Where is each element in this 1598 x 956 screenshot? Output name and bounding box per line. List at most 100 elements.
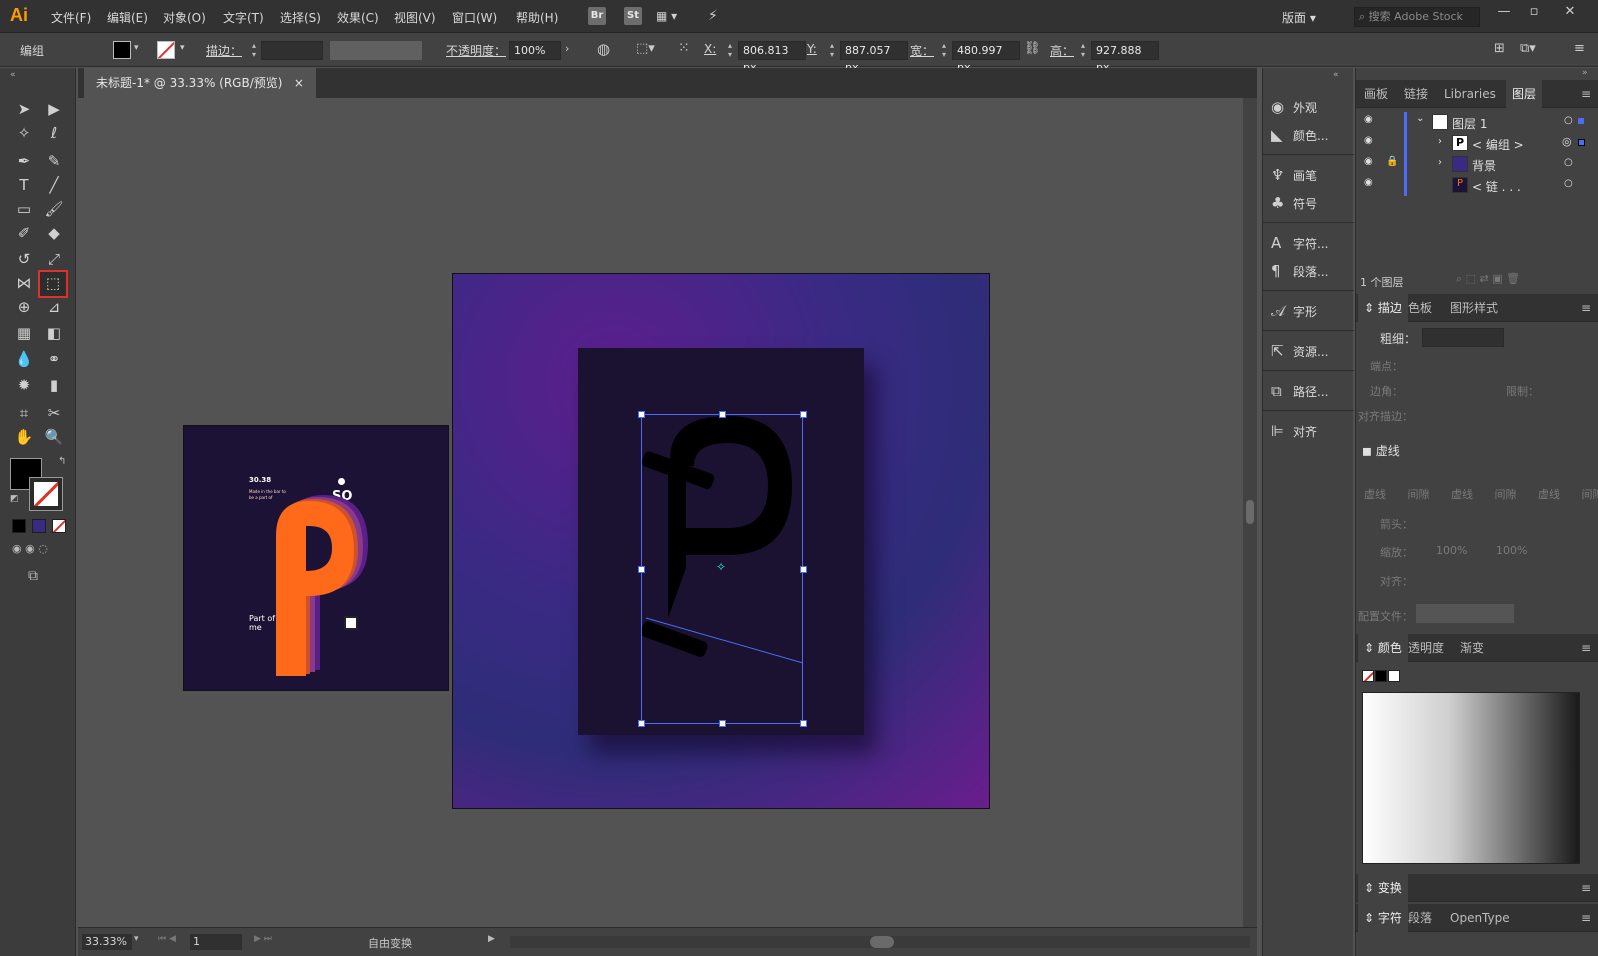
panel-menu-icon[interactable]: ≡ <box>1581 301 1591 315</box>
assets-panel-button[interactable]: ⇱ 资源... <box>1271 336 1351 366</box>
zoom-dropdown[interactable]: ▾ <box>134 934 139 944</box>
tab-gradient[interactable]: 渐变 <box>1454 634 1490 662</box>
eyedropper-tool-icon[interactable]: 💧 <box>12 348 36 370</box>
stroke-weight-stepper[interactable]: ▴ ▾ <box>249 41 259 60</box>
align-to-icon[interactable]: ⬚▾ <box>636 41 655 56</box>
black-swatch[interactable] <box>1375 670 1387 682</box>
lock-icon[interactable]: 🔒 <box>1386 156 1398 167</box>
hand-tool-icon[interactable]: ✋ <box>12 426 36 448</box>
transform-handle[interactable] <box>638 411 645 418</box>
opacity-field[interactable]: 100% <box>509 41 561 60</box>
shape-builder-tool-icon[interactable]: ⊕ <box>12 296 36 318</box>
menu-object[interactable]: 对象(O) <box>163 9 206 26</box>
layer-row[interactable]: ◉ 🔒 › 背景 ○ <box>1356 154 1598 175</box>
panel-menu-icon[interactable]: ≡ <box>1581 641 1591 655</box>
scale-end-field[interactable]: 100% <box>1496 544 1527 557</box>
column-graph-tool-icon[interactable]: ▮ <box>42 374 66 396</box>
close-window-button[interactable]: ✕ <box>1556 3 1584 23</box>
free-transform-tool-icon[interactable]: ⬚ <box>38 270 68 298</box>
stroke-dropdown[interactable]: ▾ <box>180 43 185 53</box>
pen-tool-icon[interactable]: ✒ <box>12 150 36 172</box>
chevron-down-icon[interactable]: ⌄ <box>1416 113 1424 124</box>
menu-view[interactable]: 视图(V) <box>394 9 436 26</box>
color-mode-icon[interactable] <box>12 519 26 533</box>
line-tool-icon[interactable]: ╱ <box>42 174 66 196</box>
maximize-button[interactable]: ▫ <box>1520 3 1548 23</box>
transform-handle[interactable] <box>800 566 807 573</box>
opacity-label[interactable]: 不透明度： <box>446 42 506 59</box>
layer-row[interactable]: ◉ › P < 编组 > ◎ <box>1356 133 1598 154</box>
menu-help[interactable]: 帮助(H) <box>516 9 558 26</box>
arrange-documents-icon[interactable]: ▦ ▾ <box>656 9 677 23</box>
eye-icon[interactable]: ◉ <box>1364 156 1373 167</box>
control-menu-icon[interactable]: ≡ <box>1574 41 1585 56</box>
width-tool-icon[interactable]: ⋈ <box>12 272 36 294</box>
vertical-scrollbar[interactable] <box>1243 98 1257 927</box>
selection-tool-icon[interactable]: ➤ <box>12 98 36 120</box>
weight-field[interactable] <box>1422 328 1504 347</box>
align-panel-icon[interactable]: ⊞ <box>1494 41 1505 56</box>
target-selected-icon[interactable]: ◎ <box>1562 135 1572 148</box>
selection-indicator[interactable] <box>1578 139 1585 146</box>
paintbrush-tool-icon[interactable]: 🖌 <box>42 198 66 220</box>
scroll-thumb[interactable] <box>1246 500 1254 524</box>
tab-transform[interactable]: ⇕ 变换 <box>1358 874 1408 902</box>
paragraph-panel-button[interactable]: ¶ 段落... <box>1271 256 1351 286</box>
expand-dock-icon[interactable]: « <box>1333 70 1339 80</box>
height-stepper[interactable]: ▴ ▾ <box>1078 41 1088 60</box>
selection-indicator[interactable] <box>1578 118 1584 124</box>
workspace-switcher[interactable]: 版面 ▾ <box>1282 9 1316 26</box>
type-tool-icon[interactable]: T <box>12 174 36 196</box>
brushes-panel-button[interactable]: ♆ 画笔 <box>1271 160 1351 190</box>
curvature-tool-icon[interactable]: ✎ <box>42 150 66 172</box>
reference-point-icon[interactable]: ⁙ <box>678 40 690 56</box>
direct-selection-tool-icon[interactable]: ▶ <box>42 98 66 120</box>
variable-width-profile[interactable] <box>330 41 422 60</box>
target-icon[interactable]: ○ <box>1564 178 1573 189</box>
color-panel-button[interactable]: ◣ 颜色... <box>1271 120 1351 150</box>
fill-dropdown[interactable]: ▾ <box>134 43 139 53</box>
transform-handle[interactable] <box>719 411 726 418</box>
panel-menu-icon[interactable]: ≡ <box>1581 87 1591 101</box>
align-panel-button[interactable]: ⊫ 对齐 <box>1271 416 1351 446</box>
poster-artboard[interactable]: 30.38 Made in the bar to be a part of SO… <box>183 425 449 691</box>
tab-opentype[interactable]: OpenType <box>1444 904 1516 932</box>
tab-color[interactable]: ⇕ 颜色 <box>1358 634 1408 662</box>
stroke-weight-field[interactable] <box>261 41 323 60</box>
mesh-tool-icon[interactable]: ▦ <box>12 322 36 344</box>
shaper-tool-icon[interactable]: ✐ <box>12 222 36 244</box>
bridge-button[interactable]: Br <box>588 7 606 25</box>
tab-libraries[interactable]: Libraries <box>1438 80 1502 108</box>
gradient-mode-icon[interactable] <box>32 519 46 533</box>
menu-window[interactable]: 窗口(W) <box>452 9 497 26</box>
gpu-performance-icon[interactable]: ⚡ <box>708 8 718 24</box>
profile-dropdown[interactable] <box>1416 604 1514 623</box>
hscroll-thumb[interactable] <box>870 936 894 948</box>
panel-menu-icon[interactable]: ≡ <box>1581 911 1591 925</box>
height-field[interactable]: 927.888 px <box>1091 41 1159 74</box>
pathfinder-panel-button[interactable]: ⧉ 路径... <box>1271 376 1351 406</box>
draw-modes-icon[interactable]: ◉ ◉ ◌ <box>12 542 48 555</box>
scale-tool-icon[interactable]: ⤢ <box>42 248 66 270</box>
rotate-tool-icon[interactable]: ↺ <box>12 248 36 270</box>
tab-paragraph[interactable]: 段落 <box>1402 904 1438 932</box>
white-swatch[interactable] <box>1388 670 1400 682</box>
dashed-line-checkbox[interactable]: ◼ 虚线 <box>1362 442 1400 459</box>
zoom-field[interactable]: 33.33% <box>82 934 132 950</box>
chevron-right-icon[interactable]: › <box>1438 136 1442 147</box>
chevron-right-icon[interactable]: › <box>1438 157 1442 168</box>
transform-handle[interactable] <box>719 720 726 727</box>
tab-layers[interactable]: 图层 <box>1506 80 1543 108</box>
width-field[interactable]: 480.997 px <box>952 41 1020 74</box>
glyphs-panel-button[interactable]: 𝒜 字形 <box>1271 296 1351 326</box>
transform-panel-icon[interactable]: ⧉▾ <box>1520 41 1536 56</box>
slice-tool-icon[interactable]: ✂ <box>42 402 66 424</box>
close-tab-icon[interactable]: × <box>294 76 304 90</box>
perspective-grid-tool-icon[interactable]: ⊿ <box>42 296 66 318</box>
scale-start-field[interactable]: 100% <box>1436 544 1467 557</box>
tab-links[interactable]: 链接 <box>1398 80 1434 108</box>
transform-handle[interactable] <box>638 566 645 573</box>
tab-swatches[interactable]: 色板 <box>1402 294 1438 322</box>
collapse-icon[interactable]: « <box>10 70 16 80</box>
eraser-tool-icon[interactable]: ◆ <box>42 222 66 244</box>
